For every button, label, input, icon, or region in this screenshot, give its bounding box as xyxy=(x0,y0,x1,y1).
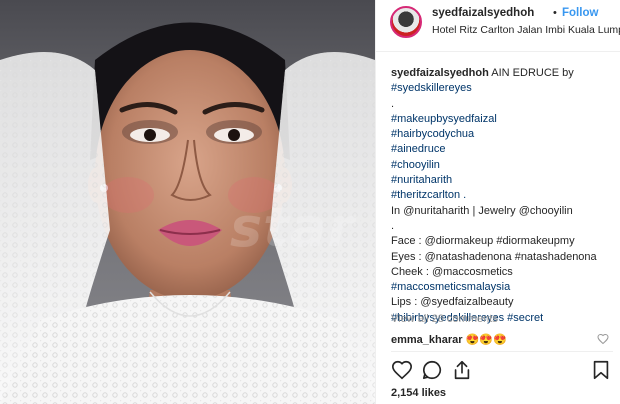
instagram-post: star syedfaizalsyedhoh • Follow Hotel Ri… xyxy=(0,0,620,404)
caption-hashtag[interactable]: #chooyilin xyxy=(391,158,613,173)
comment-item: emma_kharar 😍😍😍 xyxy=(391,333,507,346)
bookmark-icon[interactable] xyxy=(590,359,612,381)
caption-credit-line: Face : @diormakeup #diormakeupmy xyxy=(391,235,575,248)
location-link[interactable]: Hotel Ritz Carlton Jalan Imbi Kuala Lump… xyxy=(432,24,620,36)
caption-title: AIN EDRUCE by xyxy=(491,67,574,79)
comment-heart-icon[interactable] xyxy=(597,333,609,345)
caption-hashtag[interactable]: #nuritaharith xyxy=(391,173,613,188)
caption-credit-line: Eyes : @natashadenona #natashadenona xyxy=(391,250,597,263)
header-username[interactable]: syedfaizalsyedhoh xyxy=(432,7,534,19)
caption-hashtag[interactable]: #theritzcarlton . xyxy=(391,188,613,203)
comment-text: 😍😍😍 xyxy=(465,334,507,346)
post-side-panel: syedfaizalsyedhoh • Follow Hotel Ritz Ca… xyxy=(375,0,620,404)
share-icon[interactable] xyxy=(451,359,473,381)
actions-divider xyxy=(391,351,613,352)
caption-first-line: syedfaizalsyedhoh AIN EDRUCE by xyxy=(391,66,613,81)
caption-dot-line: . xyxy=(391,97,395,110)
caption-credit-line: In @nuritaharith | Jewelry @chooyilin xyxy=(391,204,573,217)
separator-dot: • xyxy=(553,7,557,19)
view-all-comments-link[interactable]: View all 28 comments xyxy=(391,313,498,325)
heart-icon[interactable] xyxy=(391,359,413,381)
caption-hashtag[interactable]: #maccosmeticsmalaysia xyxy=(391,280,613,295)
post-photo[interactable]: star xyxy=(0,0,375,404)
caption-dot-line: . xyxy=(391,219,395,232)
comment-icon[interactable] xyxy=(421,359,443,381)
post-caption: syedfaizalsyedhoh AIN EDRUCE by #syedski… xyxy=(391,66,613,326)
caption-credit-line: Lips : @syedfaizalbeauty xyxy=(391,296,514,309)
post-header: syedfaizalsyedhoh • Follow Hotel Ritz Ca… xyxy=(376,0,620,52)
likes-count[interactable]: 2,154 likes xyxy=(391,387,446,399)
caption-hashtag[interactable]: #hairbycodychua xyxy=(391,127,613,142)
avatar[interactable] xyxy=(390,6,422,38)
comment-username[interactable]: emma_kharar xyxy=(391,334,463,346)
caption-username[interactable]: syedfaizalsyedhoh xyxy=(391,67,489,79)
watermark-text: star xyxy=(230,196,356,259)
follow-button[interactable]: Follow xyxy=(562,7,598,19)
caption-hashtag[interactable]: #makeupbysyedfaizal xyxy=(391,112,613,127)
caption-hashtag[interactable]: #syedskillereyes xyxy=(391,81,613,96)
caption-credit-line: Cheek : @maccosmetics xyxy=(391,265,513,278)
caption-hashtag[interactable]: #ainedruce xyxy=(391,142,613,157)
